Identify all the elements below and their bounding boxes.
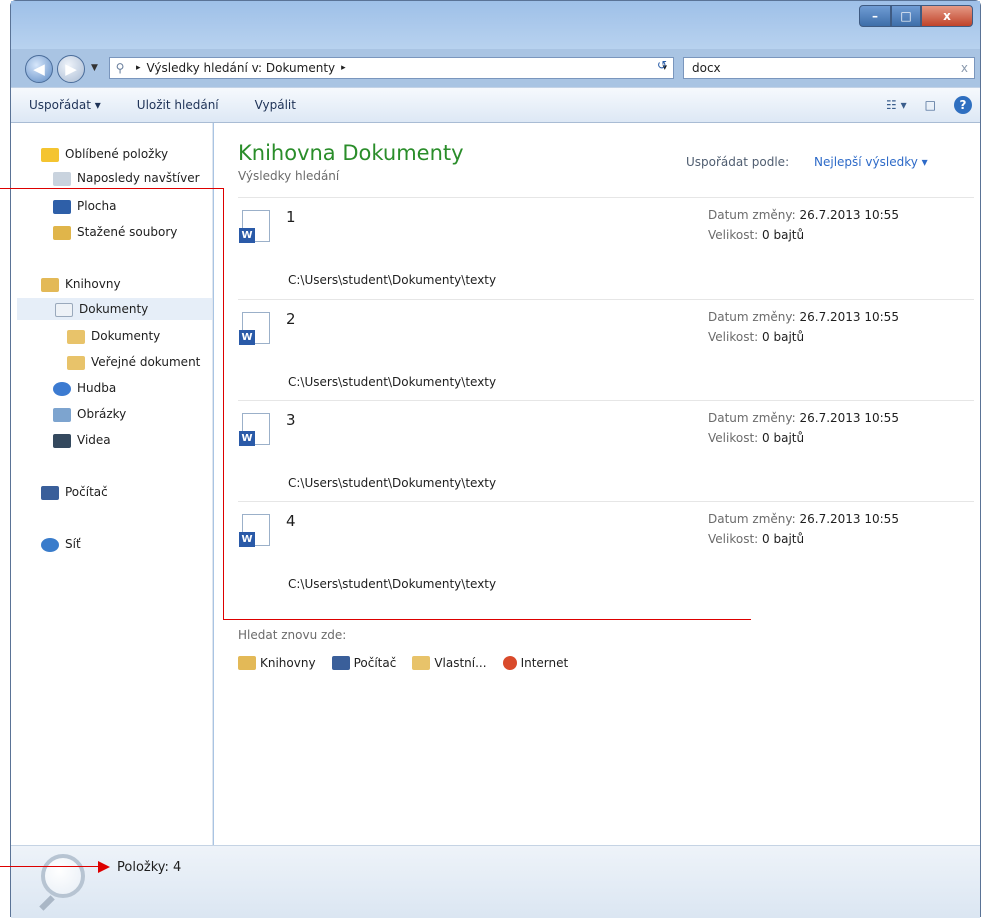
arrange-by-label: Uspořádat podle:: [686, 155, 790, 169]
recent-places-icon: [53, 171, 71, 186]
search-input[interactable]: docx x: [683, 57, 975, 79]
breadcrumb-separator-icon[interactable]: ▸: [341, 63, 346, 73]
computer-icon: [41, 485, 59, 500]
documents-icon: [55, 302, 73, 317]
sidebar-item-label: Dokumenty: [79, 302, 149, 316]
sidebar-item-label: Obrázky: [77, 407, 127, 421]
libraries-icon: [238, 656, 256, 670]
search-again-label-text: Počítač: [353, 656, 397, 670]
size-value: 0 bajtů: [762, 330, 805, 344]
command-bar: Uspořádat ▾ Uložit hledání Vypálit ☷ ▾ □…: [11, 87, 980, 123]
date-value: 26.7.2013 10:55: [799, 208, 899, 222]
sidebar-item-label: Stažené soubory: [77, 225, 178, 239]
pictures-icon: [53, 407, 71, 422]
sidebar-item-videos[interactable]: Videa: [53, 429, 111, 451]
date-value: 26.7.2013 10:55: [799, 411, 899, 425]
sidebar-item-label: Dokumenty: [91, 329, 161, 343]
forward-button[interactable]: ▶: [57, 55, 85, 83]
magnifier-handle: [39, 895, 55, 911]
recent-pages-dropdown[interactable]: ▼: [91, 63, 98, 73]
sidebar-item-label: Síť: [65, 537, 81, 551]
sidebar-item-label: Veřejné dokument: [91, 355, 201, 369]
save-search-button[interactable]: Uložit hledání: [137, 98, 219, 112]
refresh-button[interactable]: ↺: [651, 58, 673, 78]
network-icon: [41, 537, 59, 552]
sidebar-item-label: Hudba: [77, 381, 117, 395]
close-button[interactable]: x: [921, 5, 973, 27]
folder-icon: [67, 329, 85, 344]
internet-icon: [502, 656, 517, 670]
sidebar-item-label: Knihovny: [65, 277, 121, 291]
size-value: 0 bajtů: [762, 431, 805, 445]
highlight-arrow-icon: [98, 861, 110, 873]
highlight-line: [0, 188, 223, 189]
maximize-button[interactable]: □: [891, 5, 921, 27]
search-again-label-text: Internet: [520, 656, 569, 670]
highlight-line: [0, 866, 100, 867]
highlight-box: [223, 188, 751, 620]
sidebar-item-label: Počítač: [65, 485, 108, 499]
downloads-icon: [53, 225, 71, 240]
search-again-options: Knihovny Počítač Vlastní... Internet: [238, 656, 568, 670]
star-icon: [41, 147, 59, 162]
burn-button[interactable]: Vypálit: [255, 98, 296, 112]
music-icon: [53, 381, 71, 396]
custom-icon: [412, 656, 431, 670]
title-bar: – □ x: [11, 1, 980, 49]
sidebar-item-desktop[interactable]: Plocha: [53, 195, 116, 217]
help-icon[interactable]: ?: [954, 96, 972, 114]
magnifier-icon: [41, 854, 85, 898]
sidebar-item-my-documents[interactable]: Dokumenty: [67, 325, 160, 347]
breadcrumb-separator-icon[interactable]: ▸: [136, 63, 141, 73]
page-subtitle: Výsledky hledání: [238, 169, 340, 183]
sidebar-item-label: Videa: [77, 433, 111, 447]
sidebar-item-network[interactable]: Síť: [41, 533, 81, 555]
arrange-by-dropdown[interactable]: Nejlepší výsledky ▾: [814, 155, 928, 169]
navigation-pane: Oblíbené položky Naposledy navštíver Plo…: [11, 123, 213, 845]
folder-icon: [67, 355, 85, 370]
sidebar-item-label: Oblíbené položky: [65, 147, 169, 161]
item-count: Položky: 4: [117, 860, 182, 875]
clear-search-icon[interactable]: x: [961, 58, 968, 78]
size-value: 0 bajtů: [762, 532, 805, 546]
minimize-button[interactable]: –: [859, 5, 891, 27]
sidebar-item-libraries[interactable]: Knihovny: [41, 273, 121, 295]
sidebar-item-label: Naposledy navštíver: [77, 171, 200, 185]
search-again-label: Hledat znovu zde:: [238, 628, 347, 642]
sidebar-item-pictures[interactable]: Obrázky: [53, 403, 126, 425]
search-again-label-text: Vlastní...: [434, 656, 487, 670]
desktop-icon: [53, 199, 71, 214]
search-icon: ⚲: [115, 61, 125, 75]
size-value: 0 bajtů: [762, 228, 805, 242]
sidebar-item-documents[interactable]: Dokumenty: [17, 298, 212, 320]
sidebar-item-recent-places[interactable]: Naposledy navštíver: [53, 167, 200, 189]
sidebar-item-public-documents[interactable]: Veřejné dokument: [67, 351, 200, 373]
search-again-label-text: Knihovny: [260, 656, 316, 670]
date-value: 26.7.2013 10:55: [799, 310, 899, 324]
search-again-computer[interactable]: Počítač: [331, 656, 397, 670]
computer-icon: [331, 656, 350, 670]
sidebar-item-computer[interactable]: Počítač: [41, 481, 108, 503]
details-pane: Položky: 4: [11, 845, 980, 918]
back-button[interactable]: ◀: [25, 55, 53, 83]
search-again-internet[interactable]: Internet: [502, 656, 569, 670]
sidebar-item-label: Plocha: [77, 199, 117, 213]
sidebar-item-music[interactable]: Hudba: [53, 377, 116, 399]
search-again-libraries[interactable]: Knihovny: [238, 656, 316, 670]
sidebar-item-downloads[interactable]: Stažené soubory: [53, 221, 177, 243]
address-bar[interactable]: ⚲ ▸ Výsledky hledání v: Dokumenty ▸ ▾: [109, 57, 674, 79]
libraries-icon: [41, 277, 59, 292]
breadcrumb[interactable]: Výsledky hledání v: Dokumenty: [147, 61, 336, 75]
date-value: 26.7.2013 10:55: [799, 512, 899, 526]
search-input-value: docx: [692, 61, 721, 75]
videos-icon: [53, 433, 71, 448]
preview-pane-icon[interactable]: □: [925, 98, 936, 112]
navigation-buttons: ◀ ▶ ▼: [25, 53, 109, 85]
sidebar-item-favorites[interactable]: Oblíbené položky: [41, 143, 168, 165]
page-title: Knihovna Dokumenty: [238, 141, 464, 165]
change-view-icon[interactable]: ☷ ▾: [886, 98, 907, 112]
organize-button[interactable]: Uspořádat ▾: [29, 98, 101, 112]
search-again-custom[interactable]: Vlastní...: [412, 656, 487, 670]
